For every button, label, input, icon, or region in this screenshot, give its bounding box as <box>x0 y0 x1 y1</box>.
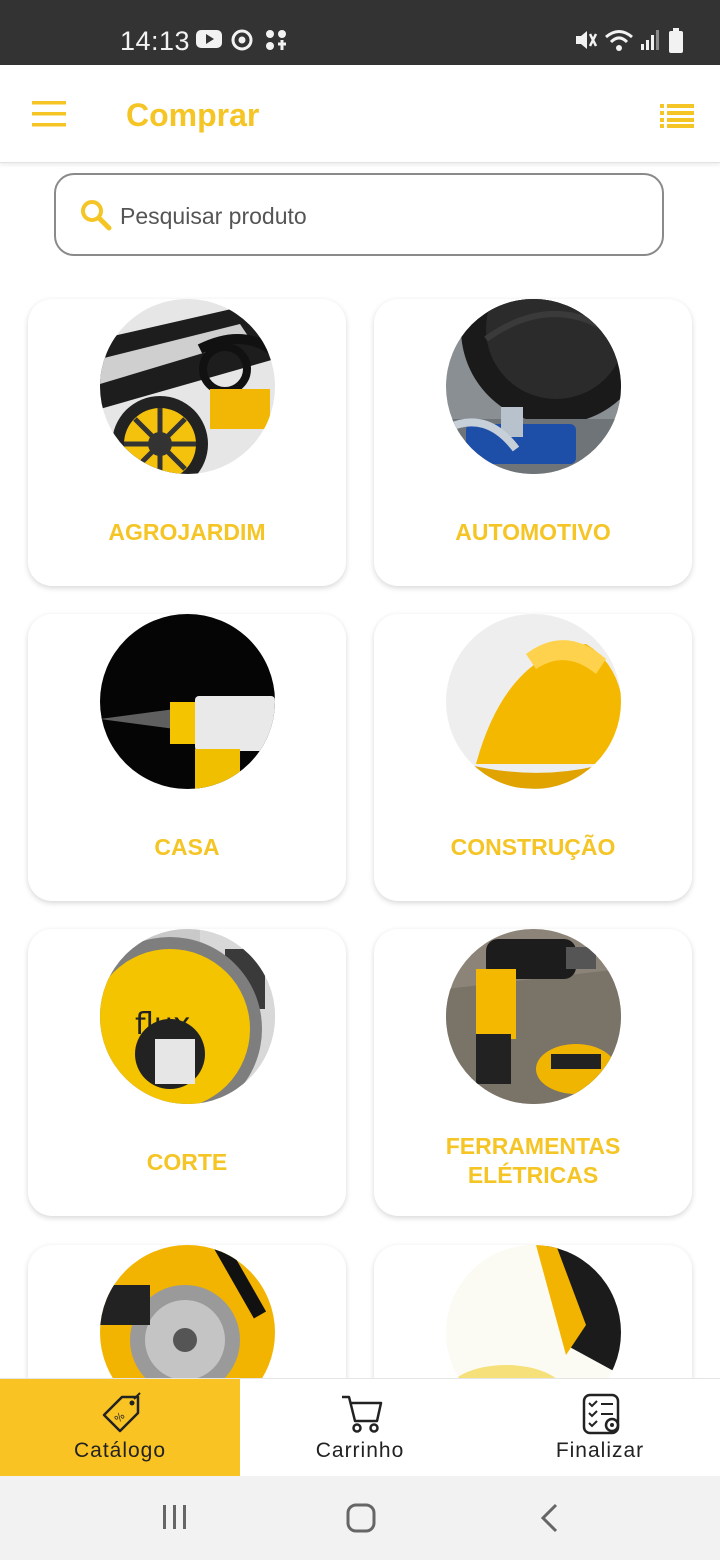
category-card-8[interactable] <box>374 1245 692 1378</box>
back-icon <box>540 1503 558 1533</box>
category-card-agrojardim[interactable]: AGROJARDIM <box>28 299 346 586</box>
recent-apps-button[interactable] <box>160 1502 190 1537</box>
category-image-construcao <box>446 614 621 789</box>
category-card-casa[interactable]: CASA <box>28 614 346 901</box>
category-label: CORTE <box>146 1149 228 1175</box>
category-label: AUTOMOTIVO <box>455 519 611 545</box>
category-card-ferramentas-eletricas[interactable]: FERRAMENTAS ELÉTRICAS <box>374 929 692 1216</box>
category-label: CASA <box>154 834 220 860</box>
category-card-automotivo[interactable]: AUTOMOTIVO <box>374 299 692 586</box>
category-image-saw-tools <box>100 1245 275 1378</box>
checklist-icon <box>582 1393 620 1435</box>
home-button[interactable] <box>345 1502 377 1539</box>
category-image-casa <box>100 614 275 789</box>
nav-carrinho[interactable]: Carrinho <box>240 1379 480 1477</box>
category-grid: AGROJARDIM AUTOMOTIVO CASA CONSTRUÇÃO fl… <box>0 0 720 1378</box>
svg-text:%: % <box>113 1411 128 1426</box>
nav-label: Finalizar <box>555 1439 645 1462</box>
nav-finalizar[interactable]: Finalizar <box>480 1379 720 1477</box>
category-label: CONSTRUÇÃO <box>450 834 616 860</box>
category-card-corte[interactable]: flux CORTE <box>28 929 346 1216</box>
disc-brand-text: flux <box>135 1007 191 1042</box>
category-label: AGROJARDIM <box>108 519 266 545</box>
category-image-automotivo <box>446 299 621 474</box>
category-card-construcao[interactable]: CONSTRUÇÃO <box>374 614 692 901</box>
bottom-navigation: % Catálogo Carrinho Finalizar <box>0 1378 720 1477</box>
cart-icon <box>342 1395 383 1433</box>
tag-icon: % <box>102 1392 141 1433</box>
back-button[interactable] <box>536 1502 564 1539</box>
recent-apps-icon <box>163 1505 186 1529</box>
nav-label: Catálogo <box>73 1439 167 1462</box>
category-label-line1: FERRAMENTAS <box>445 1133 621 1159</box>
category-card-7[interactable] <box>28 1245 346 1378</box>
category-image-ferramentas <box>446 929 621 1104</box>
category-image-corte: flux <box>100 929 275 1104</box>
system-navigation-bar <box>0 1476 720 1560</box>
nav-catalogo[interactable]: % Catálogo <box>0 1379 240 1477</box>
home-icon <box>346 1503 376 1533</box>
category-label-line2: ELÉTRICAS <box>467 1162 599 1188</box>
nav-label: Carrinho <box>315 1439 405 1462</box>
category-image-yellow-tool <box>446 1245 621 1378</box>
category-image-agrojardim <box>100 299 275 474</box>
